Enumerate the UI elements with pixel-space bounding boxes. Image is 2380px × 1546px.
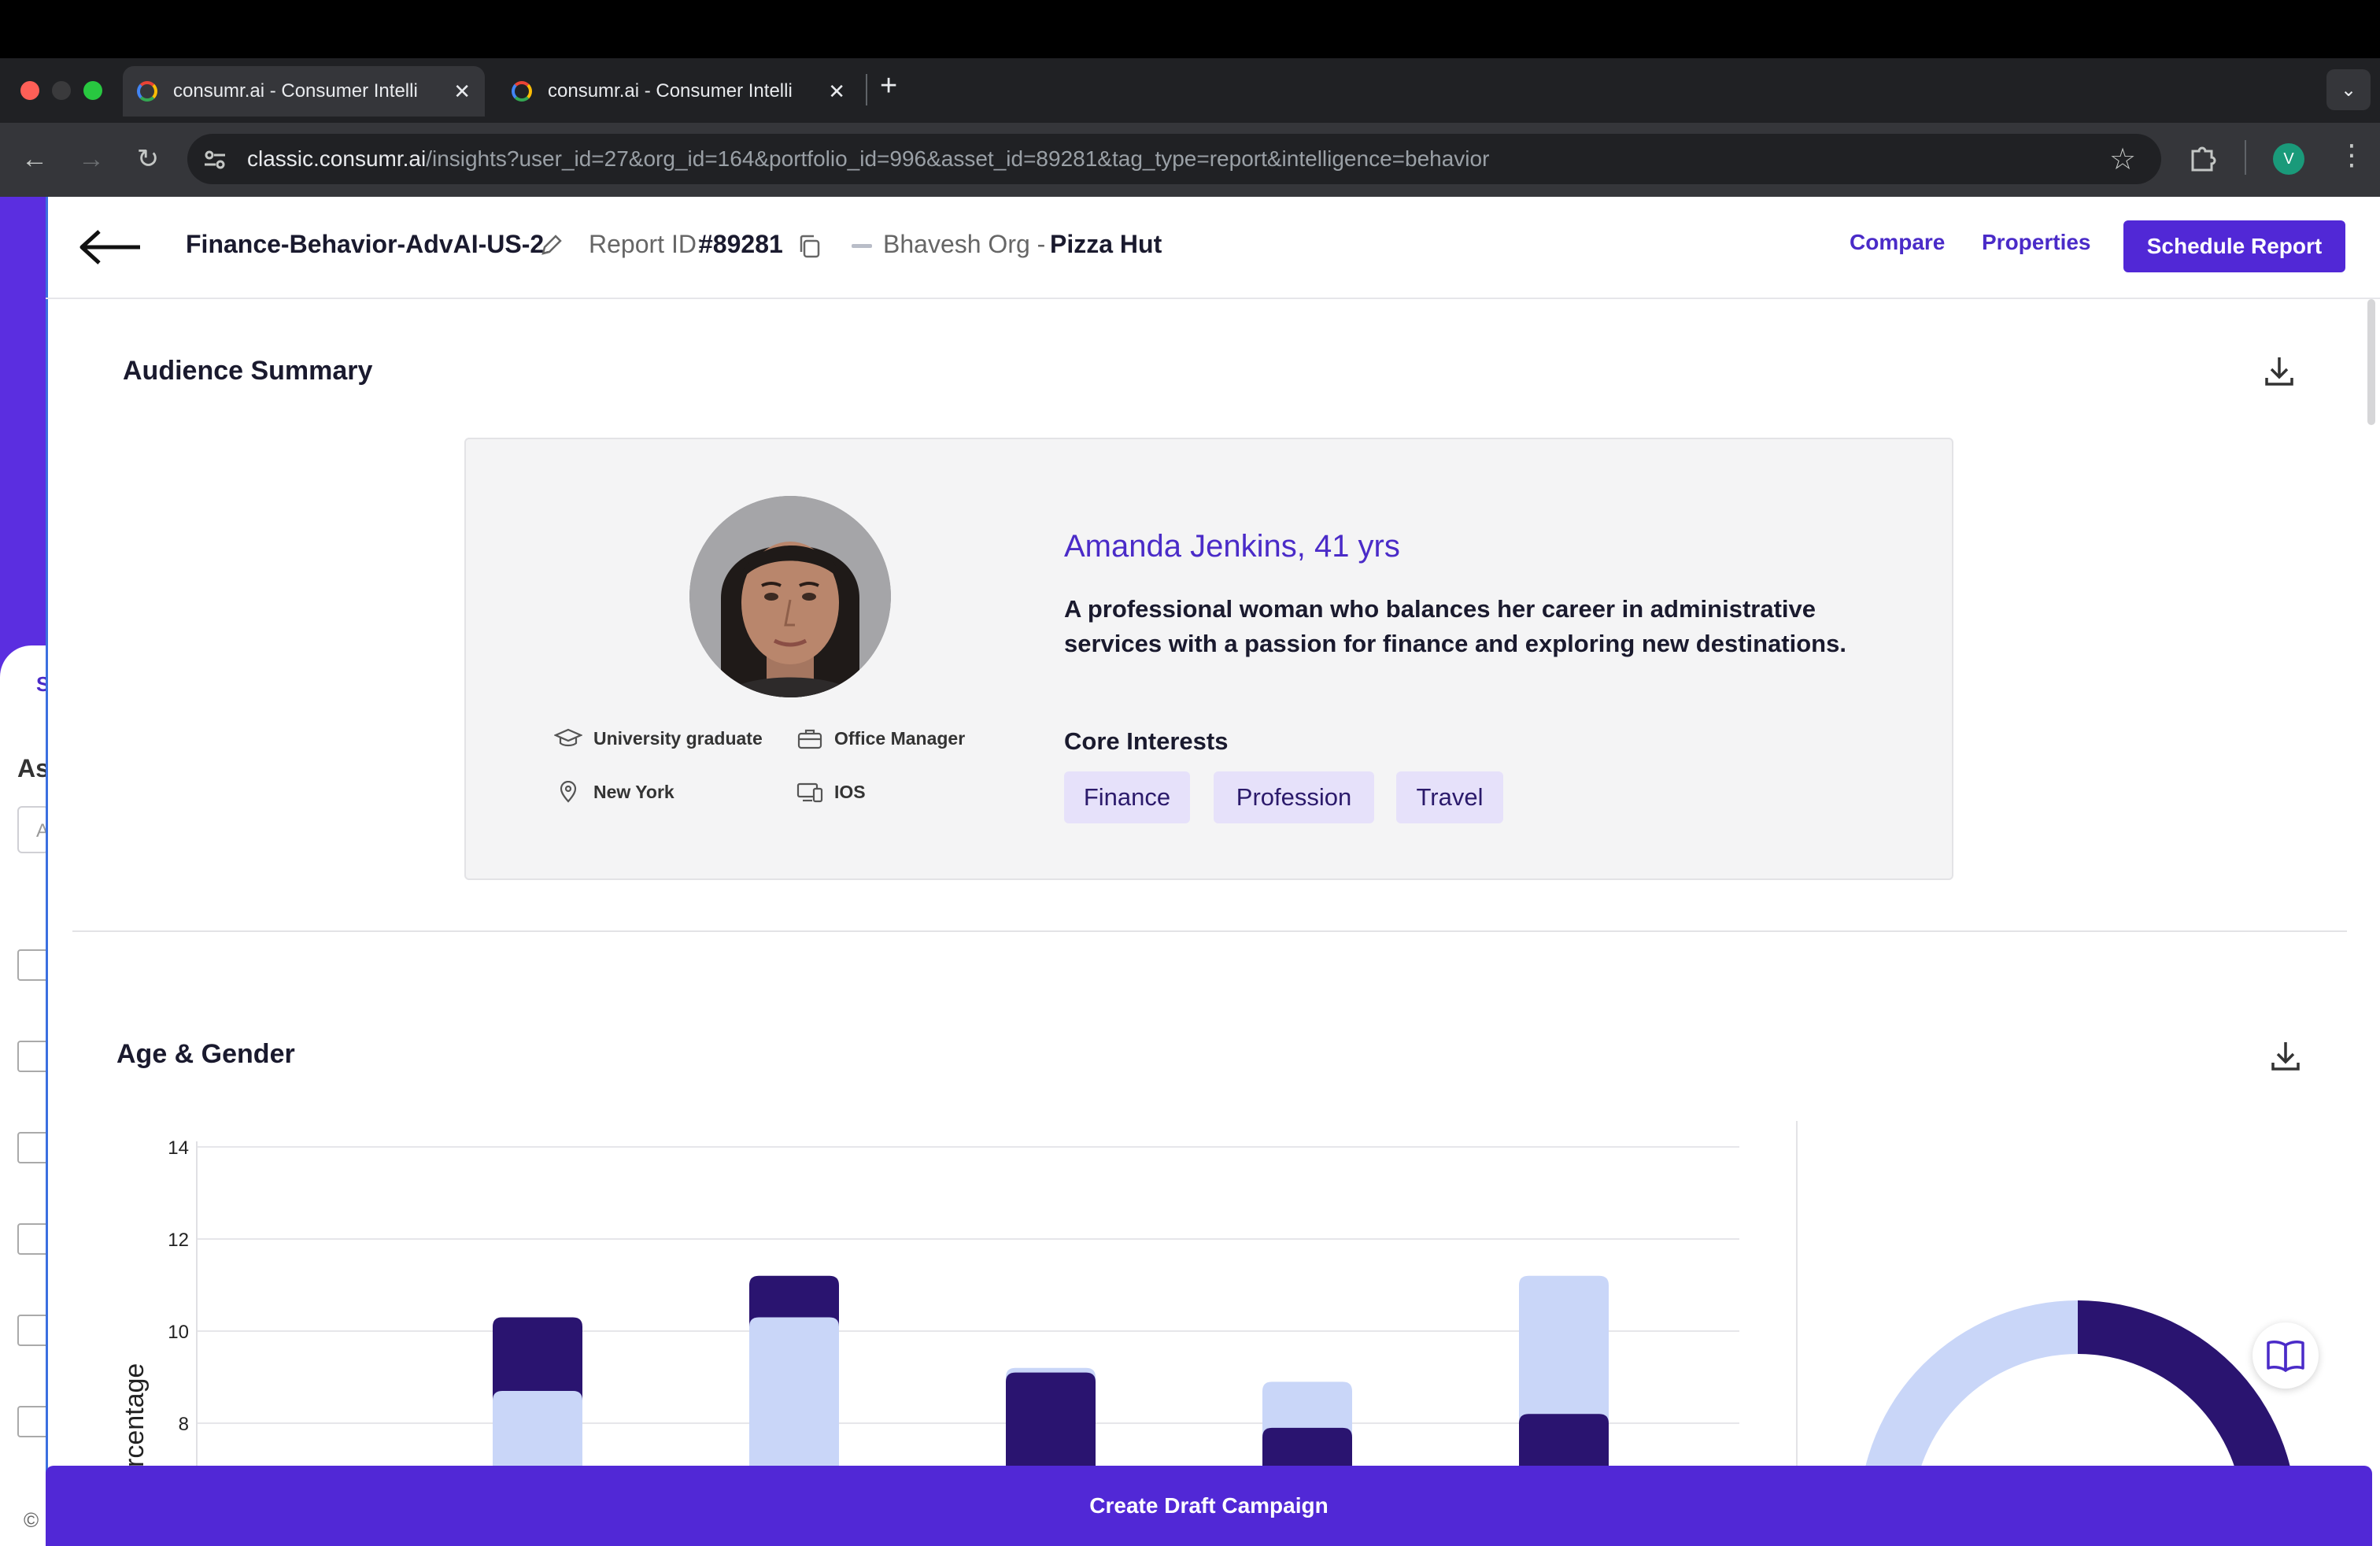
- occupation-label: Office Manager: [834, 727, 966, 749]
- y-tick-label: 12: [168, 1230, 189, 1251]
- y-axis-label: rcentage: [120, 1363, 150, 1467]
- compare-button[interactable]: Compare: [1850, 230, 1945, 255]
- age-gender-title: Age & Gender: [116, 1039, 295, 1069]
- education-label: University graduate: [593, 727, 763, 749]
- background-checkbox: [17, 1406, 49, 1437]
- consumr-favicon-icon: [512, 81, 532, 102]
- book-open-icon: [2267, 1341, 2304, 1372]
- header-divider: [46, 298, 2380, 299]
- background-heading: As: [17, 754, 50, 782]
- consumr-favicon-icon: [137, 81, 157, 102]
- audience-summary-title: Audience Summary: [123, 356, 373, 386]
- toolbar-separator: [2245, 140, 2246, 175]
- bookmark-star-icon[interactable]: ☆: [2109, 142, 2136, 177]
- org-label: Bhavesh Org -: [883, 230, 1046, 258]
- back-arrow-icon[interactable]: [77, 227, 143, 268]
- minimize-window-button[interactable]: [52, 81, 71, 100]
- close-tab-icon[interactable]: ✕: [453, 80, 471, 104]
- interest-chip: Finance: [1064, 771, 1190, 823]
- device-label: IOS: [834, 781, 866, 802]
- reload-icon[interactable]: ↻: [126, 137, 170, 181]
- occupation-item: Office Manager: [796, 727, 965, 749]
- browser-tab-2[interactable]: consumr.ai - Consumer Intelli ✕: [497, 66, 859, 117]
- close-window-button[interactable]: [20, 81, 39, 100]
- bar-segment-light[interactable]: [749, 1317, 839, 1467]
- interest-chip: Travel: [1396, 771, 1503, 823]
- bar-segment-dark[interactable]: [1519, 1414, 1609, 1467]
- y-tick-label: 8: [179, 1414, 189, 1435]
- graduation-cap-icon: [554, 728, 582, 747]
- browser-menu-icon[interactable]: ⋮: [2338, 139, 2366, 172]
- bar-segment-light[interactable]: [493, 1391, 582, 1467]
- persona-description: A professional woman who balances her ca…: [1064, 595, 1846, 657]
- back-arrow-icon[interactable]: ←: [13, 137, 57, 181]
- age-gender-bar-chart: rcentage 8 10 12 14: [120, 1137, 1739, 1467]
- browser-tab-1[interactable]: consumr.ai - Consumer Intelli ✕: [123, 66, 485, 117]
- tab-search-button[interactable]: ⌄: [2326, 69, 2371, 110]
- tab-separator: [866, 74, 867, 105]
- properties-button[interactable]: Properties: [1982, 230, 2091, 255]
- tab-title: consumr.ai - Consumer Intelli: [548, 80, 793, 102]
- location-item: New York: [554, 781, 674, 803]
- report-id-label: Report ID:: [589, 230, 704, 258]
- guide-book-button[interactable]: [2252, 1322, 2319, 1389]
- y-tick-label: 10: [168, 1322, 189, 1343]
- edit-pencil-icon[interactable]: [538, 231, 565, 258]
- core-interests-title: Core Interests: [1064, 727, 1229, 755]
- download-icon[interactable]: [2267, 1037, 2304, 1075]
- report-name: Finance-Behavior-AdvAI-US-2: [186, 230, 545, 258]
- background-input: A: [17, 806, 49, 853]
- scrollbar-thumb[interactable]: [2367, 299, 2375, 425]
- location-label: New York: [593, 781, 674, 802]
- chart-separator: [1796, 1121, 1798, 1466]
- gender-donut-chart: [1859, 1300, 2297, 1467]
- url-host: classic.consumr.ai: [247, 146, 427, 171]
- screen-top-bar: [0, 0, 2380, 58]
- copy-icon[interactable]: [796, 233, 822, 260]
- url-text[interactable]: classic.consumr.ai/insights?user_id=27&o…: [247, 134, 1489, 184]
- new-tab-button[interactable]: +: [880, 69, 897, 103]
- schedule-report-button[interactable]: Schedule Report: [2123, 220, 2345, 272]
- extensions-icon[interactable]: [2186, 140, 2221, 175]
- education-item: University graduate: [554, 727, 763, 749]
- background-checkbox: [17, 1315, 49, 1346]
- zoom-window-button[interactable]: [83, 81, 102, 100]
- bar-segment-dark[interactable]: [1006, 1372, 1096, 1467]
- background-checkbox: [17, 1041, 49, 1072]
- create-draft-campaign-button[interactable]: Create Draft Campaign: [46, 1466, 2372, 1546]
- brand-name: Pizza Hut: [1050, 230, 1162, 258]
- download-icon[interactable]: [2260, 353, 2298, 390]
- persona-avatar: [689, 496, 891, 697]
- tab-title: consumr.ai - Consumer Intelli: [173, 80, 418, 102]
- background-checkbox: [17, 1223, 49, 1255]
- report-id-value: #89281: [699, 230, 783, 258]
- background-checkbox: [17, 1132, 49, 1163]
- bar-segment-dark[interactable]: [1262, 1427, 1352, 1467]
- device-item: IOS: [796, 781, 866, 803]
- section-divider: [72, 930, 2347, 932]
- org-logo-icon: [852, 244, 872, 248]
- profile-avatar[interactable]: V: [2273, 143, 2304, 175]
- devices-icon: [796, 782, 823, 803]
- url-path: /insights?user_id=27&org_id=164&portfoli…: [426, 146, 1490, 171]
- donut-segment-dark[interactable]: [2078, 1300, 2297, 1467]
- close-tab-icon[interactable]: ✕: [828, 80, 845, 104]
- interest-chip: Profession: [1214, 771, 1374, 823]
- donut-segment-light[interactable]: [1859, 1300, 2078, 1467]
- y-tick-label: 14: [168, 1137, 189, 1159]
- background-checkbox: [17, 949, 49, 981]
- briefcase-icon: [797, 729, 822, 749]
- site-settings-icon[interactable]: [201, 146, 228, 173]
- background-copyright: ©: [24, 1508, 39, 1532]
- persona-name: Amanda Jenkins, 41 yrs: [1064, 529, 1400, 564]
- location-pin-icon: [560, 781, 577, 803]
- forward-arrow-icon[interactable]: →: [69, 137, 113, 181]
